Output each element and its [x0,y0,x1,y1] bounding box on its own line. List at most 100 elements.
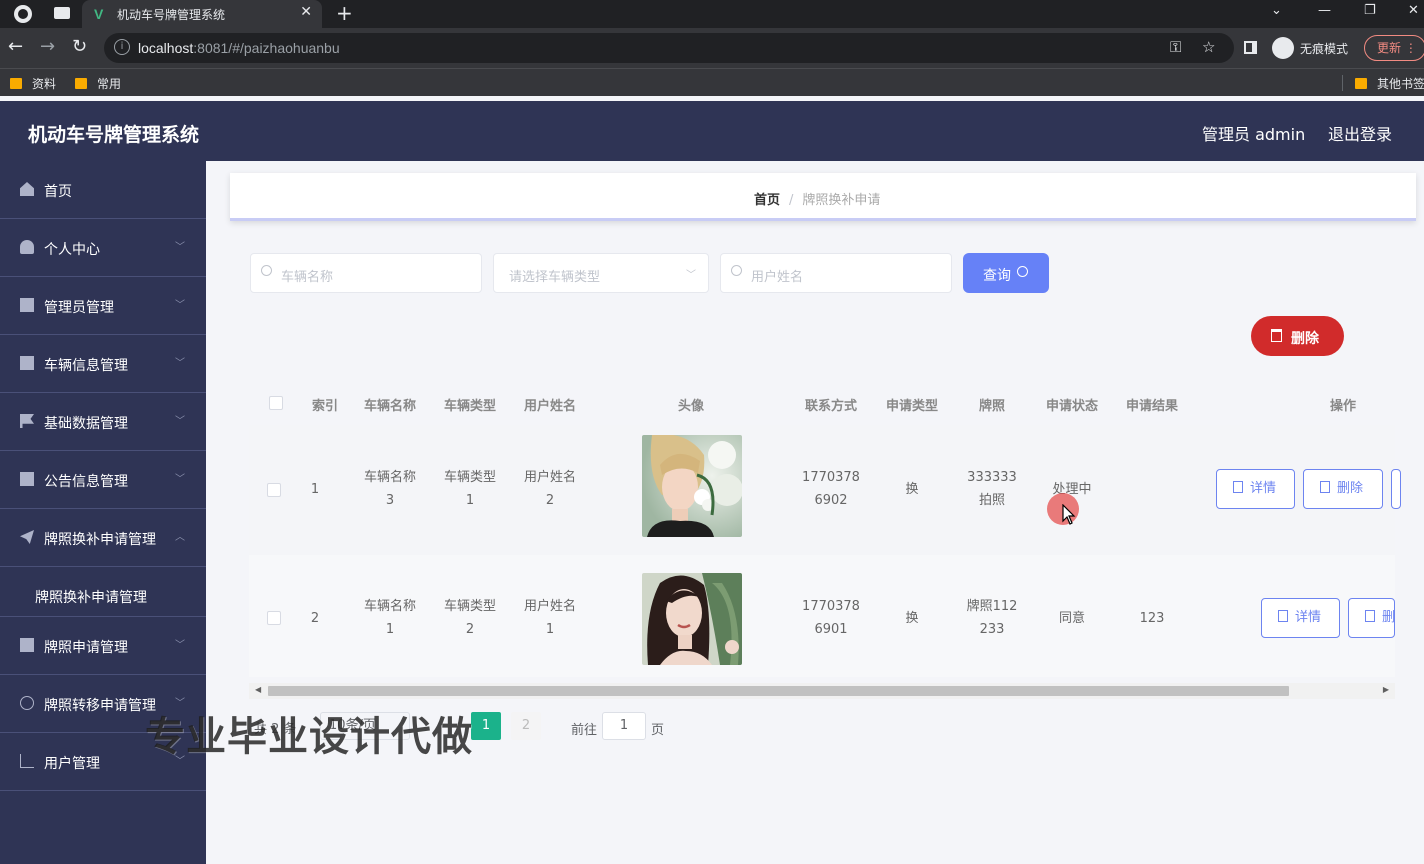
query-button[interactable]: 查询 [963,253,1049,293]
horizontal-scrollbar[interactable]: ◀ ▶ [249,683,1395,699]
sidebar-item-vehicle-info[interactable]: 车辆信息管理 ﹀ [0,335,206,393]
sidebar-item-personal-center[interactable]: 个人中心 ﹀ [0,219,206,277]
sidebar-item-home[interactable]: 首页 [0,161,206,219]
batch-delete-button[interactable]: 删除 [1251,316,1344,356]
bookmark-folder-changyong[interactable]: 常用 [75,75,121,92]
cell-contact: 1770378 6901 [802,599,860,637]
search-icon [261,265,272,276]
watermark: 专业毕业设计代做 [145,714,473,760]
page-number-current[interactable]: 1 [471,712,501,740]
bookmark-folder-ziliao[interactable]: 资料 [10,75,56,92]
user-name-search-input[interactable]: 用户姓名 [720,253,952,293]
cell-result: 123 [1139,611,1165,626]
cell-user-name: 用户姓名 1 [523,599,577,637]
tab-title: 机动车号牌管理系统 [117,8,226,22]
key-icon[interactable]: ⚿ [1170,38,1181,56]
more-action-button[interactable] [1391,469,1401,509]
sidebar-item-label: 管理员管理 [44,300,114,316]
minimize-icon[interactable]: — [1318,3,1331,18]
chevron-down-icon: ﹀ [175,474,185,485]
search-icon [1017,266,1028,277]
row-delete-button[interactable]: 删除 [1348,598,1395,638]
goto-page-input[interactable]: 1 [602,712,646,740]
new-tab-icon[interactable]: + [336,2,353,24]
column-header-apply-type: 申请类型 [885,399,939,414]
vehicle-type-select[interactable]: 请选择车辆类型 ﹀ [493,253,709,293]
sidebar-item-base-data[interactable]: 基础数据管理 ﹀ [0,393,206,451]
column-header-status: 申请状态 [1045,399,1099,414]
row-delete-button[interactable]: 删除 [1303,469,1383,509]
sidebar-item-admin-management[interactable]: 管理员管理 ﹀ [0,277,206,335]
cell-status: 同意 [1058,611,1086,626]
sidebar-item-announcements[interactable]: 公告信息管理 ﹀ [0,451,206,509]
scroll-left-icon[interactable]: ◀ [255,685,261,694]
select-all-checkbox[interactable] [269,396,283,410]
url-field[interactable]: i localhost:8081/#/paizhaohuanbu ⚿ ☆ [104,33,1234,63]
sidebar-item-label: 牌照换补申请管理 [44,532,156,548]
side-panel-icon[interactable] [1244,41,1257,54]
browser-tab[interactable]: V 机动车号牌管理系统 ✕ [82,0,322,28]
site-info-icon[interactable]: i [114,39,130,55]
sidebar-item-label: 首页 [44,184,72,200]
cell-vehicle-name: 车辆名称 3 [363,470,417,508]
column-header-vehicle-name: 车辆名称 [363,399,417,414]
sidebar-item-label: 个人中心 [44,242,100,258]
chevron-up-icon: ︿ [175,532,185,543]
home-icon [20,182,34,196]
tab-close-icon[interactable]: ✕ [300,4,312,20]
incognito-label: 无痕模式 [1300,42,1349,56]
column-header-index: 索引 [311,399,339,414]
vue-favicon-icon: V [94,6,104,22]
cell-vehicle-type: 车辆类型 2 [443,599,497,637]
forward-icon[interactable]: → [40,37,55,57]
column-header-avatar: 头像 [677,399,705,414]
tab-list-chevron-icon[interactable]: ⌄ [1271,3,1282,18]
user-name-placeholder: 用户姓名 [751,270,804,285]
cell-apply-type: 换 [905,482,919,497]
back-icon[interactable]: ← [8,37,23,57]
tab-search-icon[interactable] [54,7,70,19]
vehicle-name-placeholder: 车辆名称 [281,270,334,285]
sidebar-item-plate-application[interactable]: 牌照申请管理 ﹀ [0,617,206,675]
breadcrumb-separator: / [789,193,794,208]
browser-globe-icon[interactable] [14,5,32,23]
cell-apply-type: 换 [905,611,919,626]
logout-link[interactable]: 退出登录 [1328,121,1392,145]
trash-icon [1271,329,1282,342]
mouse-cursor-icon [1062,504,1076,525]
column-header-result: 申请结果 [1125,399,1179,414]
scrollbar-thumb[interactable] [268,686,1289,696]
scroll-right-icon[interactable]: ▶ [1383,685,1389,694]
sidebar-subitem-plate-replacement[interactable]: 牌照换补申请管理 [0,567,206,617]
bookmark-folder-other[interactable]: 其他书签 [1355,75,1424,92]
incognito-icon[interactable] [1272,37,1294,59]
monitor-icon [20,298,34,312]
detail-button[interactable]: 详情 [1261,598,1340,638]
sidebar-subitem-label: 牌照换补申请管理 [35,590,147,606]
row-checkbox[interactable] [267,611,281,625]
reload-icon[interactable]: ↻ [72,37,87,57]
table-row: 1 车辆名称 3 车辆类型 1 用户姓名 2 1770378 6902 换 333333… [249,425,1401,555]
address-bar: ← → ↻ i localhost:8081/#/paizhaohuanbu ⚿… [0,28,1424,68]
restore-icon[interactable]: ❐ [1364,3,1376,18]
window-close-icon[interactable]: ✕ [1408,3,1419,18]
folder-icon [75,78,87,89]
cell-user-name: 用户姓名 2 [523,470,577,508]
breadcrumb: 首页 / 牌照换补申请 [754,189,880,208]
cell-vehicle-type: 车辆类型 1 [443,470,497,508]
breadcrumb-home[interactable]: 首页 [754,193,780,208]
chat-icon [20,356,34,370]
row-checkbox[interactable] [267,483,281,497]
document-icon [1233,481,1243,493]
vehicle-name-search-input[interactable]: 车辆名称 [250,253,482,293]
search-icon [731,265,742,276]
detail-button[interactable]: 详情 [1216,469,1295,509]
sidebar-item-label: 用户管理 [44,756,100,772]
goto-label: 前往 [571,723,598,738]
column-header-contact: 联系方式 [804,399,858,414]
bookmark-star-icon[interactable]: ☆ [1202,38,1215,56]
page-number[interactable]: 2 [511,712,541,740]
update-button[interactable]: 更新 ⋮ [1364,35,1424,61]
sidebar-item-plate-replacement[interactable]: 牌照换补申请管理 ︿ [0,509,206,567]
document-icon [1278,610,1288,622]
